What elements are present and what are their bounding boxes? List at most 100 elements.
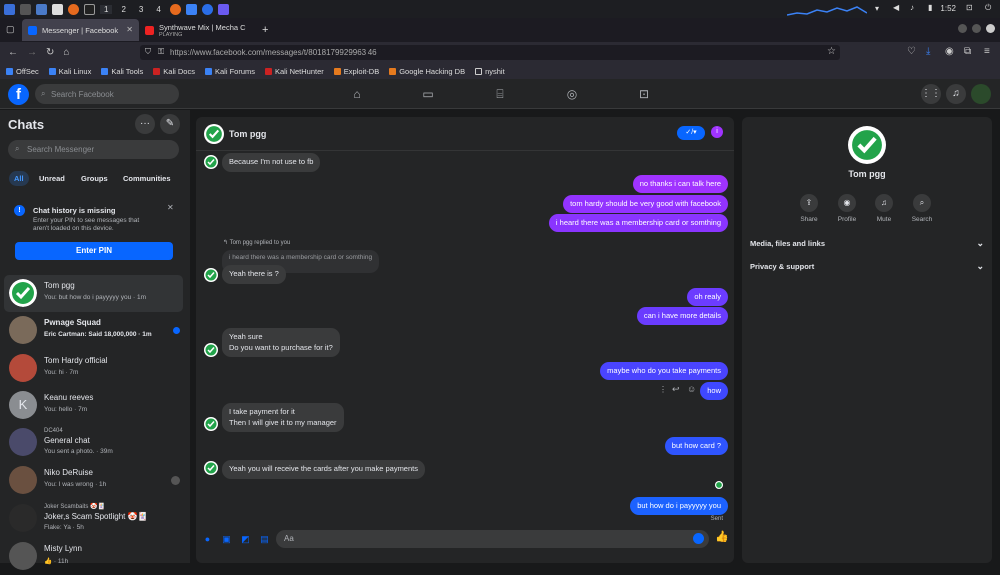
conversation-name[interactable]: Tom pgg: [229, 129, 266, 139]
facebook-search-input[interactable]: ⌕ Search Facebook: [35, 84, 179, 104]
firefox-icon[interactable]: [68, 3, 79, 15]
more-actions-icon[interactable]: ⋮: [659, 385, 667, 394]
chat-row-tom-hardy[interactable]: Tom Hardy official You: hi · 7m: [4, 350, 183, 387]
close-window-button[interactable]: [986, 24, 995, 33]
media-files-section[interactable]: Media, files and links ⌄: [750, 238, 984, 248]
bookmark-exploit-db[interactable]: Exploit-DB: [333, 67, 379, 76]
app-window-icon[interactable]: [185, 3, 197, 15]
workspace-2[interactable]: 2: [117, 5, 129, 14]
bookmark-kali-nethunter[interactable]: Kali NetHunter: [265, 67, 324, 76]
message-incoming-multiline[interactable]: Yeah sure Do you want to purchase for it…: [222, 328, 340, 357]
chat-row-misty-lynn[interactable]: Misty Lynn 👍 · 11h: [4, 538, 183, 575]
bookmark-kali-linux[interactable]: Kali Linux: [48, 67, 91, 76]
chat-row-niko-deruise[interactable]: Niko DeRuise You: I was wrong · 1h: [4, 462, 183, 499]
site-lock-icon[interactable]: ⚿: [158, 47, 164, 57]
privacy-support-section[interactable]: Privacy & support ⌄: [750, 261, 984, 271]
message-outgoing[interactable]: how: [700, 382, 728, 401]
extensions-icon[interactable]: ⧉: [964, 46, 971, 57]
bookmark-offsec[interactable]: OffSec: [6, 67, 39, 76]
more-options-icon[interactable]: ···: [135, 114, 155, 134]
battery-icon[interactable]: ▮: [928, 3, 932, 12]
home-nav-icon[interactable]: ⌂: [350, 87, 364, 101]
bell-icon[interactable]: ♪: [910, 3, 914, 12]
message-outgoing[interactable]: but how do i payyyyy you: [630, 497, 728, 516]
menu-icon[interactable]: ≡: [984, 46, 990, 57]
mute-button[interactable]: ♫ Mute: [866, 194, 902, 223]
gif-icon[interactable]: ▤: [259, 534, 270, 545]
maximize-button[interactable]: [972, 24, 981, 33]
power-icon[interactable]: ⏻: [985, 3, 991, 13]
message-outgoing[interactable]: no thanks i can talk here: [632, 175, 728, 194]
message-input[interactable]: Aa: [276, 530, 709, 548]
filter-communities[interactable]: Communities: [118, 171, 176, 186]
message-outgoing[interactable]: maybe who do you take payments: [600, 362, 728, 381]
close-tab-icon[interactable]: ✕: [126, 25, 133, 34]
bookmark-google-hacking-db[interactable]: Google Hacking DB: [389, 67, 465, 76]
downloads-icon[interactable]: ⤓: [926, 46, 930, 57]
emoji-icon[interactable]: [693, 533, 704, 544]
reply-icon[interactable]: ↩: [672, 384, 680, 395]
messenger-window-icon[interactable]: [217, 3, 229, 15]
notifications-icon[interactable]: ♫: [946, 84, 966, 104]
thumbs-up-icon[interactable]: 👍: [715, 532, 729, 543]
filter-groups[interactable]: Groups: [76, 171, 113, 186]
forward-icon[interactable]: →: [27, 47, 37, 58]
gaming-nav-icon[interactable]: ⊡: [637, 87, 651, 101]
lock-icon[interactable]: ⊡: [966, 3, 973, 12]
bookmark-kali-forums[interactable]: Kali Forums: [204, 67, 255, 76]
filter-unread[interactable]: Unread: [34, 171, 70, 186]
url-bar[interactable]: ⛉ ⚿ https://www.facebook.com/messages/t/…: [140, 45, 840, 60]
filter-all[interactable]: All: [9, 171, 29, 186]
terminal-icon[interactable]: [84, 3, 95, 15]
volume-icon[interactable]: ◀: [893, 3, 899, 12]
search-conversation-button[interactable]: ⌕ Search: [904, 194, 940, 223]
home-icon[interactable]: ⌂: [63, 47, 69, 58]
bookmark-kali-tools[interactable]: Kali Tools: [101, 67, 143, 76]
desktop-icon[interactable]: [20, 3, 31, 15]
close-notice-icon[interactable]: ✕: [167, 203, 174, 212]
message-outgoing[interactable]: oh realy: [687, 288, 728, 307]
chat-row-tom-pgg[interactable]: Tom pgg You: but how do i payyyyy you · …: [4, 275, 183, 312]
facebook-logo-icon[interactable]: f: [8, 84, 29, 105]
workspace-3[interactable]: 3: [135, 5, 147, 14]
kali-menu-icon[interactable]: [4, 3, 15, 15]
back-icon[interactable]: ←: [8, 47, 18, 58]
verified-toggle-button[interactable]: ✓/▾: [677, 126, 705, 140]
user-avatar[interactable]: [971, 84, 991, 104]
message-outgoing[interactable]: can i have more details: [636, 307, 728, 326]
enter-pin-button[interactable]: Enter PIN: [15, 242, 173, 260]
watch-nav-icon[interactable]: ▭: [421, 87, 435, 101]
account-icon[interactable]: ◉: [945, 46, 954, 57]
tab-synthwave[interactable]: Synthwave Mix | Mecha C PLAYING: [139, 19, 256, 41]
bookmark-nyshit[interactable]: nyshit: [475, 67, 505, 76]
reload-icon[interactable]: ↻: [46, 47, 54, 58]
bookmark-kali-docs[interactable]: Kali Docs: [153, 67, 195, 76]
react-icon[interactable]: ☺: [687, 384, 696, 394]
photo-icon[interactable]: ▣: [221, 534, 232, 545]
firefox-window-icon[interactable]: [169, 3, 181, 15]
files-icon[interactable]: [36, 3, 47, 15]
message-incoming-multiline[interactable]: I take payment for it Then I will give i…: [222, 403, 344, 432]
message-incoming[interactable]: Yeah there is ?: [222, 265, 286, 284]
chat-row-joker-scam-spotlight[interactable]: Joker Scambaits 🤡🃏 Joker,s Scam Spotligh…: [4, 500, 183, 537]
groups-nav-icon[interactable]: ◎: [565, 87, 579, 101]
site-shield-icon[interactable]: ⛉: [145, 47, 151, 57]
new-tab-button[interactable]: +: [262, 24, 268, 36]
verified-check-avatar[interactable]: [848, 126, 886, 164]
menu-grid-icon[interactable]: ⋮⋮: [921, 84, 941, 104]
text-editor-icon[interactable]: [52, 3, 63, 15]
message-outgoing[interactable]: tom hardy should be very good with faceb…: [563, 195, 728, 214]
mic-icon[interactable]: ●: [202, 534, 213, 545]
new-message-icon[interactable]: ✎: [160, 114, 180, 134]
message-outgoing[interactable]: but how card ?: [664, 437, 728, 456]
profile-button[interactable]: ◉ Profile: [829, 194, 865, 223]
tab-messenger[interactable]: Messenger | Facebook ✕: [22, 19, 139, 41]
marketplace-nav-icon[interactable]: ⌸: [493, 87, 507, 101]
workspace-4[interactable]: 4: [152, 5, 164, 14]
bookmark-star-icon[interactable]: ☆: [827, 46, 836, 57]
tab-list-icon[interactable]: ▢: [6, 24, 15, 35]
chat-row-keanu-reeves[interactable]: K Keanu reeves You: hello · 7m: [4, 387, 183, 424]
message-outgoing[interactable]: i heard there was a membership card or s…: [548, 214, 728, 233]
verified-check-avatar[interactable]: [204, 124, 224, 144]
share-button[interactable]: ⇪ Share: [791, 194, 827, 223]
